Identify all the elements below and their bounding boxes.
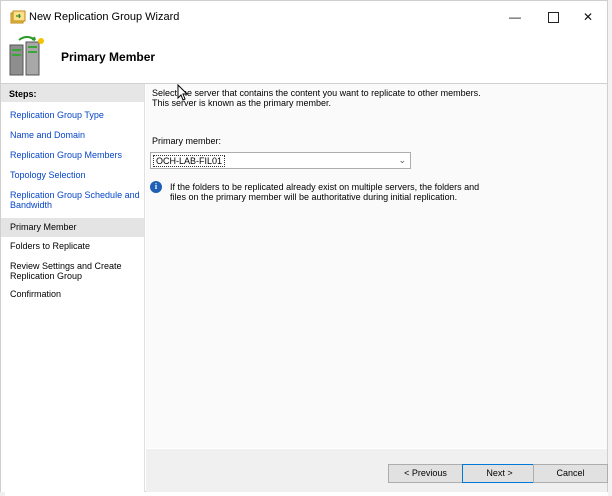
step-primary-member: Primary Member xyxy=(1,218,144,237)
close-button[interactable]: ✕ xyxy=(566,1,610,33)
step-name-and-domain[interactable]: Name and Domain xyxy=(1,130,144,150)
step-topology-selection[interactable]: Topology Selection xyxy=(1,170,144,188)
info-line-1: If the folders to be replicated already … xyxy=(170,182,480,192)
replication-app-icon xyxy=(10,10,26,24)
info-line-2: files on the primary member will be auth… xyxy=(170,192,458,202)
step-replication-group-type[interactable]: Replication Group Type xyxy=(1,110,144,130)
next-button[interactable]: Next > xyxy=(462,464,537,483)
info-icon: i xyxy=(150,181,162,193)
steps-panel: Steps: Replication Group Type Name and D… xyxy=(1,84,145,492)
chevron-down-icon[interactable]: ⌄ xyxy=(398,155,406,166)
title-bar[interactable]: New Replication Group Wizard — ✕ xyxy=(1,1,607,33)
window-title: New Replication Group Wizard xyxy=(29,11,180,23)
close-icon: ✕ xyxy=(582,10,594,24)
maximize-icon xyxy=(547,11,559,23)
cancel-button[interactable]: Cancel xyxy=(533,464,608,483)
step-schedule-and-bandwidth[interactable]: Replication Group Schedule and Bandwidth xyxy=(1,188,144,218)
primary-member-label: Primary member: xyxy=(152,136,222,146)
wizard-window: New Replication Group Wizard — ✕ Primary… xyxy=(0,0,608,492)
main-content: Select the server that contains the cont… xyxy=(146,84,607,448)
mouse-cursor-icon xyxy=(177,84,189,101)
primary-member-value: OCH-LAB-FIL01 xyxy=(153,155,226,167)
step-confirmation: Confirmation xyxy=(10,289,62,299)
step-replication-group-members[interactable]: Replication Group Members xyxy=(1,150,144,170)
background-window-edge-right xyxy=(608,0,612,496)
primary-member-dropdown[interactable]: OCH-LAB-FIL01 ⌄ xyxy=(150,152,411,169)
steps-heading: Steps: xyxy=(1,84,144,102)
minimize-icon: — xyxy=(509,10,521,24)
intro-line-1: Select the server that contains the cont… xyxy=(152,88,481,98)
wizard-header: Primary Member xyxy=(1,33,607,84)
intro-line-2: This server is known as the primary memb… xyxy=(152,98,332,108)
info-message: If the folders to be replicated already … xyxy=(170,182,479,202)
previous-button[interactable]: < Previous xyxy=(388,464,463,483)
replication-servers-icon xyxy=(9,36,44,76)
step-folders-to-replicate: Folders to Replicate xyxy=(10,241,91,251)
button-bar: < Previous Next > Cancel xyxy=(146,449,608,492)
intro-text: Select the server that contains the cont… xyxy=(152,88,481,108)
step-review-settings: Review Settings and Create Replication G… xyxy=(10,261,122,281)
page-title: Primary Member xyxy=(61,50,156,64)
